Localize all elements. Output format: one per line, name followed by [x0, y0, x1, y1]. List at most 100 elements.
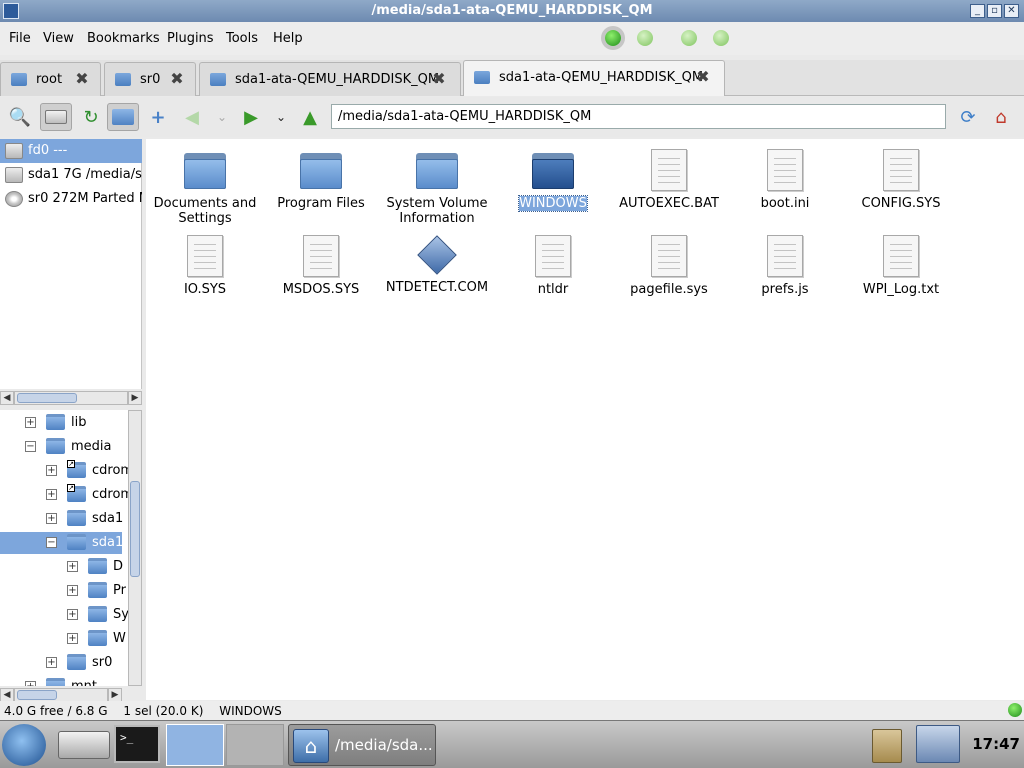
tree-node-media[interactable]: − media — [0, 436, 128, 458]
terminal-icon[interactable]: >_ — [114, 725, 160, 763]
maximize-button[interactable]: ▫ — [987, 4, 1002, 18]
file-item-prefs-js[interactable]: prefs.js — [727, 231, 843, 297]
tab-sr0[interactable]: sr0 ✖ — [104, 62, 196, 96]
file-item-pagefile-sys[interactable]: pagefile.sys — [611, 231, 727, 297]
start-menu-icon[interactable] — [2, 724, 46, 766]
clock[interactable]: 17:47 — [972, 735, 1020, 753]
menu-help[interactable]: Help — [273, 31, 303, 46]
tree-node-sda1-ata[interactable]: − sda1- — [0, 532, 128, 554]
place-sda1[interactable]: sda1 7G /media/sda1 — [0, 163, 142, 187]
scroll-thumb[interactable] — [130, 481, 140, 577]
drive-button[interactable] — [40, 103, 72, 131]
menu-file[interactable]: File — [9, 31, 31, 46]
forward-history-icon[interactable]: ⌄ — [266, 103, 296, 131]
file-item-autoexec-bat[interactable]: AUTOEXEC.BAT — [611, 145, 727, 211]
document-icon — [883, 235, 919, 277]
tree-vscrollbar[interactable] — [128, 410, 142, 686]
clipboard-icon[interactable] — [872, 729, 902, 763]
tree-node-program-files[interactable]: + Pr — [0, 580, 128, 602]
file-item-io-sys[interactable]: IO.SYS — [147, 231, 263, 297]
file-item-system-volume-information[interactable]: System Volume Information — [379, 145, 495, 226]
place-fd0[interactable]: fd0 --- — [0, 139, 142, 163]
file-item-ntdetect-com[interactable]: NTDETECT.COM — [379, 231, 495, 295]
tree-node-windows[interactable]: + W — [0, 628, 128, 650]
tab-root[interactable]: root ✖ — [0, 62, 101, 96]
close-window-button[interactable]: ✕ — [1004, 4, 1019, 18]
expand-icon[interactable]: + — [67, 561, 78, 572]
tree-hscrollbar[interactable] — [14, 688, 108, 702]
forward-arrow-icon[interactable]: ▶ — [236, 103, 266, 131]
file-item-documents-and-settings[interactable]: Documents and Settings — [147, 145, 263, 226]
back-arrow-icon[interactable]: ◀ — [177, 103, 207, 131]
tree-node-sr0[interactable]: + sr0 — [0, 652, 128, 674]
tab-close-icon[interactable]: ✖ — [430, 70, 448, 88]
folder-icon — [67, 510, 86, 526]
expand-icon[interactable]: + — [25, 681, 36, 686]
file-item-wpi-log-txt[interactable]: WPI_Log.txt — [843, 231, 959, 297]
scroll-thumb[interactable] — [17, 393, 77, 403]
expand-icon[interactable]: + — [67, 633, 78, 644]
tab-sda1[interactable]: sda1-ata-QEMU_HARDDISK_QM ✖ — [199, 62, 461, 96]
tree-node-documents[interactable]: + D — [0, 556, 128, 578]
menu-tools[interactable]: Tools — [226, 31, 258, 46]
tab-close-icon[interactable]: ✖ — [694, 68, 712, 86]
tree-node-sda1[interactable]: + sda1 — [0, 508, 128, 530]
expand-icon[interactable]: + — [67, 585, 78, 596]
scroll-left-icon[interactable]: ◀ — [0, 391, 14, 405]
workspace-2[interactable] — [226, 724, 284, 766]
expand-icon[interactable]: + — [46, 513, 57, 524]
collapse-icon[interactable]: − — [46, 537, 57, 548]
refresh-icon[interactable]: ↻ — [76, 103, 106, 131]
address-bar[interactable]: /media/sda1-ata-QEMU_HARDDISK_QM — [331, 104, 946, 129]
expand-icon[interactable]: + — [67, 609, 78, 620]
scroll-right-icon[interactable]: ▶ — [128, 391, 142, 405]
harddisk-launcher-icon[interactable] — [58, 731, 110, 759]
menu-plugins[interactable]: Plugins — [167, 31, 214, 46]
menu-view[interactable]: View — [43, 31, 74, 46]
home-icon[interactable]: ⌂ — [986, 103, 1016, 131]
pane-indicator-1[interactable] — [605, 30, 621, 46]
scroll-thumb[interactable] — [17, 690, 57, 700]
menu-bookmarks[interactable]: Bookmarks — [87, 31, 160, 46]
folder-icon — [210, 73, 226, 86]
expand-icon[interactable]: + — [46, 657, 57, 668]
scroll-left-icon[interactable]: ◀ — [0, 688, 14, 702]
places-hscrollbar[interactable] — [14, 391, 128, 405]
reload-icon[interactable]: ⟳ — [953, 103, 983, 131]
tab-sda1-active[interactable]: sda1-ata-QEMU_HARDDISK_QM ✖ — [463, 60, 725, 96]
back-history-icon[interactable]: ⌄ — [207, 103, 237, 131]
pane-indicator-4[interactable] — [713, 30, 729, 46]
minimize-button[interactable]: _ — [970, 4, 985, 18]
file-item-boot-ini[interactable]: boot.ini — [727, 145, 843, 211]
file-item-program-files[interactable]: Program Files — [263, 145, 379, 211]
tab-close-icon[interactable]: ✖ — [73, 70, 91, 88]
new-tab-icon[interactable]: + — [143, 103, 173, 131]
expand-icon[interactable]: + — [46, 465, 57, 476]
tree-node-lib[interactable]: + lib — [0, 412, 128, 434]
pane-indicator-2[interactable] — [637, 30, 653, 46]
tab-close-icon[interactable]: ✖ — [168, 70, 186, 88]
file-item-windows[interactable]: WINDOWS — [495, 145, 611, 212]
document-icon — [883, 149, 919, 191]
network-icon[interactable] — [916, 725, 960, 763]
file-item-config-sys[interactable]: CONFIG.SYS — [843, 145, 959, 211]
place-sr0[interactable]: sr0 272M Parted Magic — [0, 187, 142, 211]
up-arrow-icon[interactable]: ▲ — [295, 103, 325, 131]
workspace-1[interactable] — [166, 724, 224, 766]
tree-node-cdrom-1[interactable]: + ↗ cdrom — [0, 460, 128, 482]
tree-node-system-volume[interactable]: + Sy — [0, 604, 128, 626]
folder-view-button[interactable] — [107, 103, 139, 131]
pane-indicator-3[interactable] — [681, 30, 697, 46]
tree-node-cdrom-2[interactable]: + ↗ cdrom — [0, 484, 128, 506]
tree-label: W — [113, 631, 126, 646]
expand-icon[interactable]: + — [25, 417, 36, 428]
scroll-right-icon[interactable]: ▶ — [108, 688, 122, 702]
search-icon[interactable]: 🔍 — [9, 103, 31, 131]
file-item-ntldr[interactable]: ntldr — [495, 231, 611, 297]
symlink-icon: ↗ — [67, 460, 75, 468]
task-file-manager[interactable]: ⌂ /media/sda... — [288, 724, 436, 766]
expand-icon[interactable]: + — [46, 489, 57, 500]
tree-node-mnt[interactable]: + mnt — [0, 676, 128, 686]
file-item-msdos-sys[interactable]: MSDOS.SYS — [263, 231, 379, 297]
collapse-icon[interactable]: − — [25, 441, 36, 452]
